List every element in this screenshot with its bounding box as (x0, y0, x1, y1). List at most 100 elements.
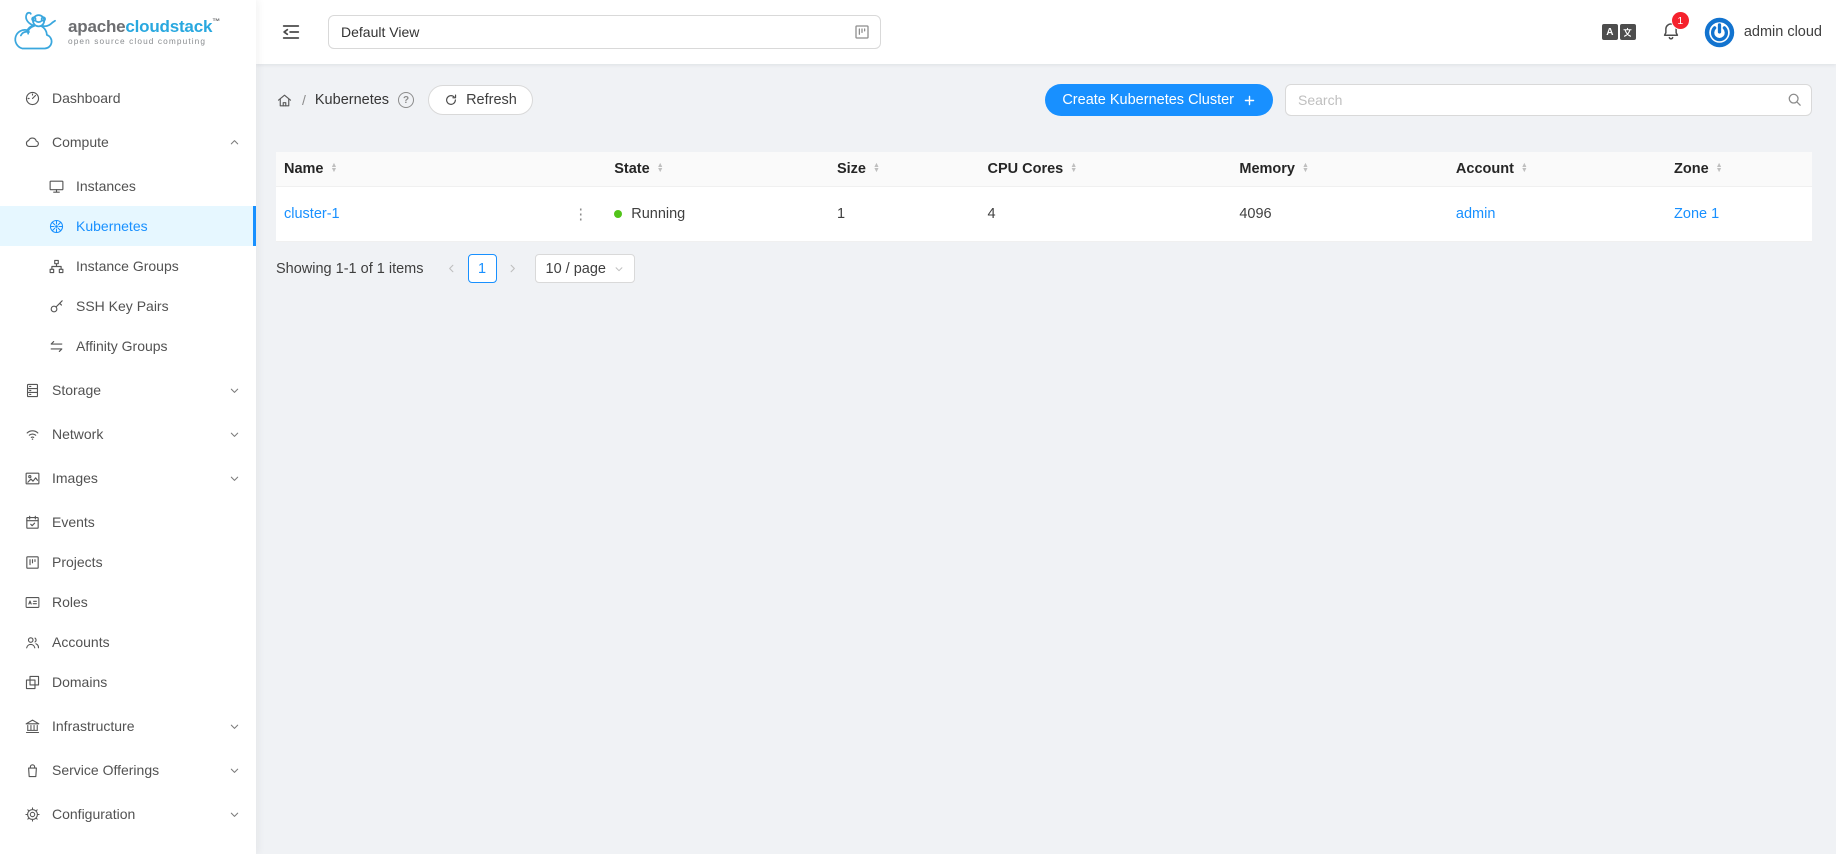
action-bar: / Kubernetes ? Refresh Create Kubernetes… (276, 84, 1812, 116)
sidebar-item-label: Service Offerings (52, 762, 159, 778)
create-button-label: Create Kubernetes Cluster (1062, 92, 1234, 108)
sort-carets-icon: ▲▼ (657, 163, 664, 174)
column-header-state[interactable]: State▲▼ (606, 152, 829, 187)
column-header-cpu-cores[interactable]: CPU Cores ▲▼ (979, 152, 1231, 187)
user-avatar[interactable] (1704, 17, 1735, 48)
key-icon (48, 298, 65, 315)
sidebar-item-label: Images (52, 470, 98, 486)
search-input[interactable] (1285, 84, 1812, 116)
create-kubernetes-cluster-button[interactable]: Create Kubernetes Cluster (1045, 84, 1273, 116)
project-icon (24, 554, 41, 571)
chevron-down-icon (229, 429, 240, 440)
cluster-name-link[interactable]: cluster-1 (284, 206, 340, 222)
shopping-bag-icon (24, 762, 41, 779)
chevron-down-icon (229, 765, 240, 776)
bank-icon (24, 718, 41, 735)
sidebar-item-events[interactable]: Events (0, 502, 256, 542)
column-header-name[interactable]: Name▲▼ (276, 152, 606, 187)
plus-icon (1243, 94, 1256, 107)
sidebar-item-label: Network (52, 426, 103, 442)
refresh-button[interactable]: Refresh (428, 85, 533, 115)
sort-carets-icon: ▲▼ (1070, 163, 1077, 174)
next-page-icon[interactable] (501, 255, 525, 283)
sidebar-item-configuration[interactable]: Configuration (0, 794, 256, 834)
account-link[interactable]: admin (1456, 206, 1496, 222)
sidebar-item-label: Accounts (52, 634, 110, 650)
sidebar-item-accounts[interactable]: Accounts (0, 622, 256, 662)
kubernetes-clusters-table: Name▲▼ State▲▼ Size▲▼ CPU Cores▲▼ Memory… (276, 152, 1812, 242)
gear-icon (24, 806, 41, 823)
current-page-button[interactable]: 1 (468, 254, 497, 283)
sidebar-item-label: Instances (76, 178, 136, 194)
sidebar-item-label: Projects (52, 554, 103, 570)
reload-icon (444, 93, 458, 107)
sidebar-item-projects[interactable]: Projects (0, 542, 256, 582)
swap-icon (48, 338, 65, 355)
brand-tagline: open source cloud computing (68, 37, 220, 46)
column-header-zone[interactable]: Zone▲▼ (1666, 152, 1812, 187)
project-view-icon[interactable] (853, 23, 871, 41)
sidebar-item-label: Instance Groups (76, 258, 179, 274)
sidebar-item-affinity-groups[interactable]: Affinity Groups (0, 326, 256, 366)
view-selector[interactable] (328, 15, 881, 49)
row-actions-ellipsis-icon[interactable]: ⋮ (563, 205, 598, 223)
notification-bell-icon[interactable]: 1 (1660, 20, 1682, 44)
sidebar-item-storage[interactable]: Storage (0, 370, 256, 410)
translate-cjk-square (1620, 24, 1636, 40)
brand-trademark: ™ (212, 17, 220, 26)
sidebar-item-ssh-key-pairs[interactable]: SSH Key Pairs (0, 286, 256, 326)
translate-icon[interactable]: A (1602, 24, 1636, 40)
search-icon[interactable] (1786, 91, 1803, 108)
breadcrumb-separator: / (302, 92, 306, 108)
memory-value: 4096 (1231, 187, 1448, 242)
dashboard-icon (24, 90, 41, 107)
sidebar-item-instance-groups[interactable]: Instance Groups (0, 246, 256, 286)
sidebar-menu: Dashboard Compute Instances (0, 64, 256, 834)
sidebar-item-domains[interactable]: Domains (0, 662, 256, 702)
sidebar-item-instances[interactable]: Instances (0, 166, 256, 206)
sidebar-item-label: Storage (52, 382, 101, 398)
sort-carets-icon: ▲▼ (1521, 163, 1528, 174)
menu-fold-icon[interactable] (280, 21, 302, 43)
column-header-memory[interactable]: Memory▲▼ (1231, 152, 1448, 187)
column-label: Name (284, 161, 324, 177)
chevron-down-icon (614, 264, 624, 274)
cloudstack-app: apachecloudstack™ open source cloud comp… (0, 0, 1836, 854)
running-status-dot (614, 210, 622, 218)
sidebar-item-dashboard[interactable]: Dashboard (0, 78, 256, 118)
cloudstack-logo[interactable]: apachecloudstack™ open source cloud comp… (0, 0, 256, 64)
sidebar-item-roles[interactable]: Roles (0, 582, 256, 622)
sidebar-item-network[interactable]: Network (0, 414, 256, 454)
sidebar-item-kubernetes[interactable]: Kubernetes (0, 206, 256, 246)
page-size-select[interactable]: 10 / page (535, 254, 635, 283)
column-label: CPU Cores (987, 161, 1063, 177)
sidebar-item-label: SSH Key Pairs (76, 298, 169, 314)
apartment-icon (48, 258, 65, 275)
state-value: Running (631, 206, 685, 222)
sidebar-item-compute[interactable]: Compute (0, 122, 256, 162)
zone-link[interactable]: Zone 1 (1674, 206, 1719, 222)
sidebar: apachecloudstack™ open source cloud comp… (0, 0, 256, 854)
sidebar-item-service-offerings[interactable]: Service Offerings (0, 750, 256, 790)
view-selector-input[interactable] (328, 15, 881, 49)
username[interactable]: admin cloud (1744, 24, 1824, 40)
home-icon[interactable] (276, 92, 293, 109)
pagination-summary: Showing 1-1 of 1 items (276, 261, 424, 277)
sidebar-item-infrastructure[interactable]: Infrastructure (0, 706, 256, 746)
kubernetes-table-card: Name▲▼ State▲▼ Size▲▼ CPU Cores▲▼ Memory… (276, 152, 1812, 242)
sort-carets-icon: ▲▼ (1716, 163, 1723, 174)
column-header-account[interactable]: Account▲▼ (1448, 152, 1666, 187)
table-header-row: Name▲▼ State▲▼ Size▲▼ CPU Cores▲▼ Memory… (276, 152, 1812, 187)
translate-latin-square: A (1602, 24, 1618, 40)
pagination-bar: Showing 1-1 of 1 items 1 10 / page (276, 254, 1812, 283)
search-box (1285, 84, 1812, 116)
top-header-bar: A 1 admin cloud (256, 0, 1836, 64)
topbar-right-cluster: A 1 admin cloud (1602, 17, 1824, 48)
help-question-icon[interactable]: ? (398, 92, 414, 108)
previous-page-icon[interactable] (440, 255, 464, 283)
sidebar-item-images[interactable]: Images (0, 458, 256, 498)
size-value: 1 (829, 187, 980, 242)
column-header-size[interactable]: Size▲▼ (829, 152, 980, 187)
brand-word-cloudstack: cloudstack (125, 17, 212, 36)
sidebar-item-label: Roles (52, 594, 88, 610)
